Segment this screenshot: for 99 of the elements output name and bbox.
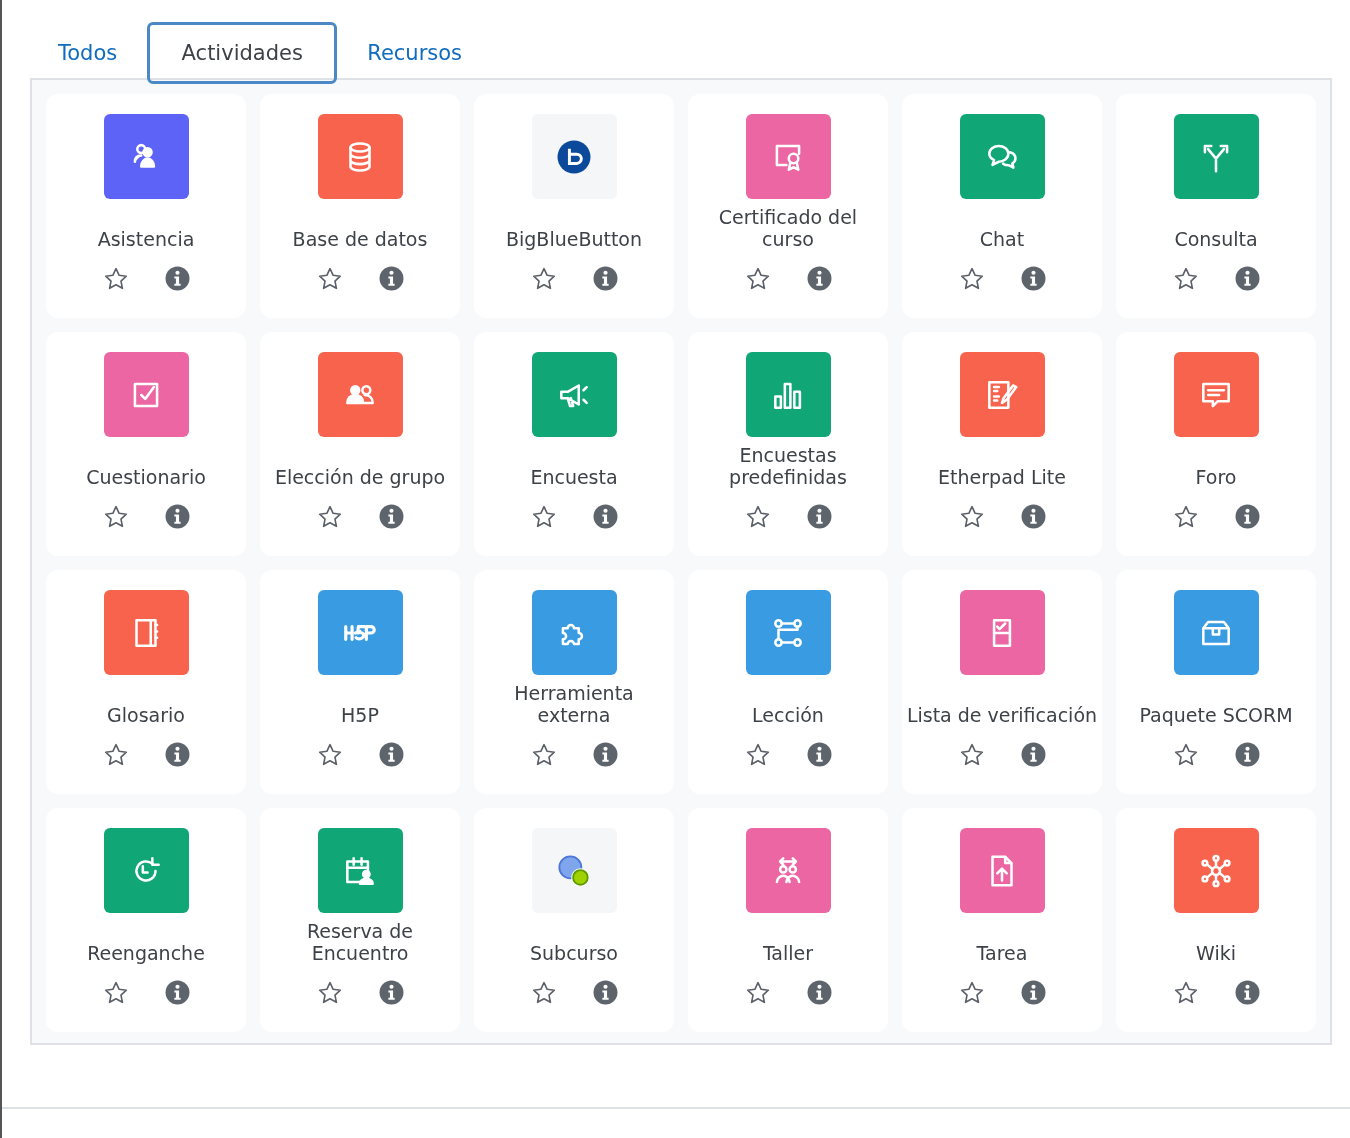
info-icon[interactable] [1234,266,1260,291]
module-card[interactable]: Consulta [1116,94,1316,318]
module-name: Lista de verificación [906,704,1098,726]
star-icon[interactable] [316,980,343,1006]
star-icon[interactable] [102,504,129,530]
info-icon[interactable] [378,504,404,529]
star-icon[interactable] [316,504,343,530]
info-icon[interactable] [1234,504,1260,529]
info-icon[interactable] [592,266,618,291]
module-card[interactable]: Reserva de Encuentro [260,808,460,1032]
info-icon[interactable] [1020,980,1046,1005]
star-icon[interactable] [958,266,985,292]
module-name: Subcurso [530,942,618,964]
module-card[interactable]: Foro [1116,332,1316,556]
info-icon[interactable] [1020,742,1046,767]
module-name: BigBlueButton [505,228,643,250]
star-icon[interactable] [102,266,129,292]
info-icon[interactable] [1234,742,1260,767]
module-name: Tarea [976,942,1028,964]
module-card[interactable]: Asistencia [46,94,246,318]
module-name: Elección de grupo [274,466,446,488]
tab[interactable]: Todos [30,22,146,84]
module-name: Certificado del curso [717,206,859,250]
star-icon[interactable] [744,504,771,530]
star-icon[interactable] [1172,504,1199,530]
star-icon[interactable] [102,980,129,1006]
star-icon[interactable] [958,980,985,1006]
info-icon[interactable] [806,266,832,291]
info-icon[interactable] [378,742,404,767]
module-card[interactable]: Subcurso [474,808,674,1032]
info-icon[interactable] [1020,266,1046,291]
star-icon[interactable] [958,504,985,530]
module-name: Paquete SCORM [1139,704,1293,726]
info-icon[interactable] [378,980,404,1005]
star-icon[interactable] [102,742,129,768]
module-name: Taller [762,942,814,964]
module-card[interactable]: BigBlueButton [474,94,674,318]
module-card[interactable]: Lista de verificación [902,570,1102,794]
star-icon[interactable] [1172,742,1199,768]
module-name: Chat [979,228,1025,250]
module-name: Asistencia [97,228,195,250]
module-card[interactable]: Elección de grupo [260,332,460,556]
module-card[interactable]: Base de datos [260,94,460,318]
info-icon[interactable] [164,742,190,767]
module-card[interactable]: Cuestionario [46,332,246,556]
module-card[interactable]: Wiki [1116,808,1316,1032]
module-name: Base de datos [292,228,428,250]
info-icon[interactable] [592,504,618,529]
module-card[interactable]: Etherpad Lite [902,332,1102,556]
module-name: H5P [341,704,379,726]
module-name: Etherpad Lite [938,466,1066,488]
module-card[interactable]: Encuestas predefinidas [688,332,888,556]
star-icon[interactable] [316,266,343,292]
tab[interactable]: Recursos [339,22,491,84]
info-icon[interactable] [806,742,832,767]
module-name: Glosario [107,704,185,726]
info-icon[interactable] [164,266,190,291]
star-icon[interactable] [530,504,557,530]
module-card[interactable]: Tarea [902,808,1102,1032]
module-card[interactable]: Herramienta externa [474,570,674,794]
module-name: Encuestas predefinidas [728,444,848,488]
module-card[interactable]: Glosario [46,570,246,794]
star-icon[interactable] [316,742,343,768]
info-icon[interactable] [378,266,404,291]
info-icon[interactable] [806,980,832,1005]
info-icon[interactable] [1234,980,1260,1005]
tab[interactable]: Actividades [147,22,338,84]
star-icon[interactable] [530,266,557,292]
module-card[interactable]: Certificado del curso [688,94,888,318]
module-card[interactable]: Paquete SCORM [1116,570,1316,794]
module-name: Lección [752,704,824,726]
star-icon[interactable] [530,980,557,1006]
star-icon[interactable] [530,742,557,768]
module-name: Cuestionario [86,466,206,488]
module-card[interactable]: Encuesta [474,332,674,556]
module-card[interactable]: Lección [688,570,888,794]
module-name: Consulta [1174,228,1258,250]
star-icon[interactable] [1172,980,1199,1006]
module-name: Herramienta externa [513,682,635,726]
module-name: Encuesta [530,466,618,488]
info-icon[interactable] [1020,504,1046,529]
info-icon[interactable] [164,504,190,529]
module-name: Foro [1195,466,1237,488]
module-name: Reenganche [87,942,205,964]
module-card[interactable]: Taller [688,808,888,1032]
star-icon[interactable] [744,266,771,292]
module-card[interactable]: Reenganche [46,808,246,1032]
star-icon[interactable] [1172,266,1199,292]
info-icon[interactable] [592,980,618,1005]
module-name: Wiki [1196,942,1236,964]
star-icon[interactable] [958,742,985,768]
star-icon[interactable] [744,980,771,1006]
info-icon[interactable] [806,504,832,529]
info-icon[interactable] [592,742,618,767]
module-name: Reserva de Encuentro [305,920,415,964]
info-icon[interactable] [164,980,190,1005]
module-card[interactable]: H5P [260,570,460,794]
module-card[interactable]: Chat [902,94,1102,318]
star-icon[interactable] [744,742,771,768]
